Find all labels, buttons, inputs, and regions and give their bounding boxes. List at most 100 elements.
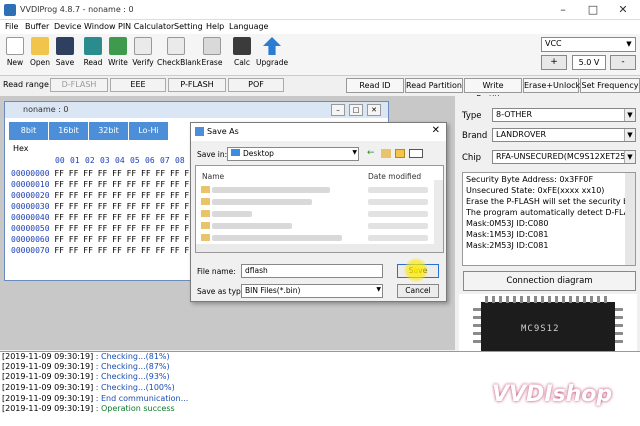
write-chip-icon: [109, 37, 127, 55]
maximize-icon[interactable]: □: [578, 2, 608, 18]
write-button[interactable]: Write: [107, 37, 129, 73]
back-arrow-icon[interactable]: ←: [367, 148, 375, 158]
minimize-icon[interactable]: –: [548, 2, 578, 18]
tab-8bit[interactable]: 8bit: [9, 122, 49, 140]
chip-select[interactable]: RFA-UNSECURED(MC9S12XET256 ▼: [492, 150, 636, 164]
open-button[interactable]: Open: [29, 37, 51, 73]
hex-column-header: 01: [70, 156, 80, 165]
type-select[interactable]: 8-OTHER ▼: [492, 108, 636, 122]
app-icon: [4, 4, 16, 16]
cursor-highlight: [404, 258, 428, 282]
folder-icon: [201, 198, 210, 205]
info-line: The program automatically detect D-FLASH: [466, 208, 636, 217]
save-type-select[interactable]: BIN Files(*.bin) ▼: [241, 284, 383, 298]
minimize-icon[interactable]: –: [331, 104, 345, 116]
menu-language[interactable]: Language: [229, 22, 268, 31]
hex-column-header: 02: [85, 156, 95, 165]
read-id-button[interactable]: Read ID: [346, 78, 404, 93]
vertical-scrollbar[interactable]: [434, 180, 443, 244]
tab-p-flash[interactable]: P-FLASH: [168, 78, 226, 92]
voltage-decrease-button[interactable]: -: [610, 55, 636, 70]
dialog-titlebar: Save As ✕: [191, 123, 446, 141]
read-button[interactable]: Read: [82, 37, 104, 73]
tab-pof[interactable]: POF: [228, 78, 284, 92]
log-line: [2019-11-09 09:30:19] : End communicatio…: [2, 394, 189, 403]
cancel-button[interactable]: Cancel: [397, 284, 439, 298]
menu-window[interactable]: Window: [84, 22, 116, 31]
close-icon[interactable]: ✕: [432, 125, 440, 136]
file-name-label: File name:: [197, 267, 236, 276]
save-in-select[interactable]: Desktop ▼: [227, 147, 359, 161]
file-date: [368, 211, 428, 217]
desktop-icon: [231, 149, 240, 156]
file-date: [368, 235, 428, 241]
menu-buffer[interactable]: Buffer: [25, 22, 49, 31]
erase-unlock-button[interactable]: Erase+Unlock: [523, 78, 580, 93]
menu-pin-calculator[interactable]: PIN Calculator: [118, 22, 174, 31]
new-folder-icon[interactable]: [395, 149, 405, 158]
dialog-app-icon: [195, 127, 204, 136]
upgrade-button[interactable]: Upgrade: [256, 37, 288, 73]
file-row[interactable]: [212, 235, 342, 241]
brand-select[interactable]: LANDROVER ▼: [492, 128, 636, 142]
hex-column-header: 00: [55, 156, 65, 165]
chevron-down-icon: ▼: [376, 286, 381, 293]
menu-device[interactable]: Device: [54, 22, 81, 31]
date-column-header[interactable]: Date modified: [368, 172, 421, 181]
set-frequency-button[interactable]: Set Frequency: [580, 78, 640, 93]
file-row[interactable]: [212, 211, 252, 217]
calculator-icon: [233, 37, 251, 55]
chip-image: MC9S12: [459, 294, 637, 354]
file-name-input[interactable]: dflash: [241, 264, 383, 278]
info-scrollbar[interactable]: [625, 173, 635, 265]
file-row[interactable]: [212, 223, 292, 229]
chip-info-box: Security Byte Address: 0x3FF0F Unsecured…: [462, 172, 636, 266]
tab-d-flash[interactable]: D-FLASH: [50, 78, 108, 92]
save-in-label: Save in:: [197, 150, 228, 159]
close-icon[interactable]: ✕: [608, 2, 638, 18]
up-folder-icon[interactable]: [381, 149, 391, 158]
log-line: [2019-11-09 09:30:19] : Operation succes…: [2, 404, 175, 413]
file-row[interactable]: [212, 199, 312, 205]
file-date: [368, 199, 428, 205]
brand-label: Brand: [462, 131, 488, 141]
view-menu-icon[interactable]: [409, 149, 423, 158]
calc-button[interactable]: Calc: [231, 37, 253, 73]
chip-label: Chip: [462, 153, 482, 163]
tab-32bit[interactable]: 32bit: [89, 122, 129, 140]
chevron-down-icon: ▼: [626, 40, 632, 48]
hex-column-header: 08: [175, 156, 185, 165]
type-label: Type: [462, 111, 482, 121]
read-range-label: Read range: [3, 80, 49, 89]
menu-file[interactable]: File: [5, 22, 18, 31]
verify-button[interactable]: Verify: [132, 37, 154, 73]
name-column-header[interactable]: Name: [202, 172, 224, 181]
new-button[interactable]: New: [4, 37, 26, 73]
write-partition-button[interactable]: Write Partition: [464, 78, 522, 103]
tab-lo-hi[interactable]: Lo-Hi: [129, 122, 169, 140]
restore-icon[interactable]: □: [349, 104, 363, 116]
erase-button[interactable]: Erase: [201, 37, 223, 73]
checkblank-button[interactable]: CheckBlank: [157, 37, 201, 73]
close-icon[interactable]: ✕: [367, 104, 381, 116]
power-source-select[interactable]: VCC ▼: [541, 37, 636, 52]
tab-16bit[interactable]: 16bit: [49, 122, 89, 140]
menu-help[interactable]: Help: [206, 22, 224, 31]
read-partition-button[interactable]: Read Partition: [405, 78, 463, 93]
read-range-row: Read range D-FLASH EEE P-FLASH POF Read …: [0, 77, 640, 103]
voltage-increase-button[interactable]: +: [541, 55, 567, 70]
chevron-down-icon: ▼: [624, 129, 635, 141]
save-button[interactable]: Save: [54, 37, 76, 73]
log-line: [2019-11-09 09:30:19] : Checking...(100%…: [2, 383, 175, 392]
info-line: Unsecured State: 0xFE(xxxx xx10): [466, 186, 605, 195]
buffer-window-title: noname : 0: [23, 105, 69, 114]
connection-diagram-button[interactable]: Connection diagram: [463, 271, 636, 291]
horizontal-scrollbar[interactable]: [196, 244, 443, 252]
file-row[interactable]: [212, 187, 330, 193]
tab-eee[interactable]: EEE: [110, 78, 166, 92]
file-list[interactable]: Name Date modified: [195, 165, 444, 253]
menu-setting[interactable]: Setting: [174, 22, 203, 31]
hex-column-header: 05: [130, 156, 140, 165]
hex-column-header: 04: [115, 156, 125, 165]
chevron-down-icon: ▼: [352, 149, 357, 156]
